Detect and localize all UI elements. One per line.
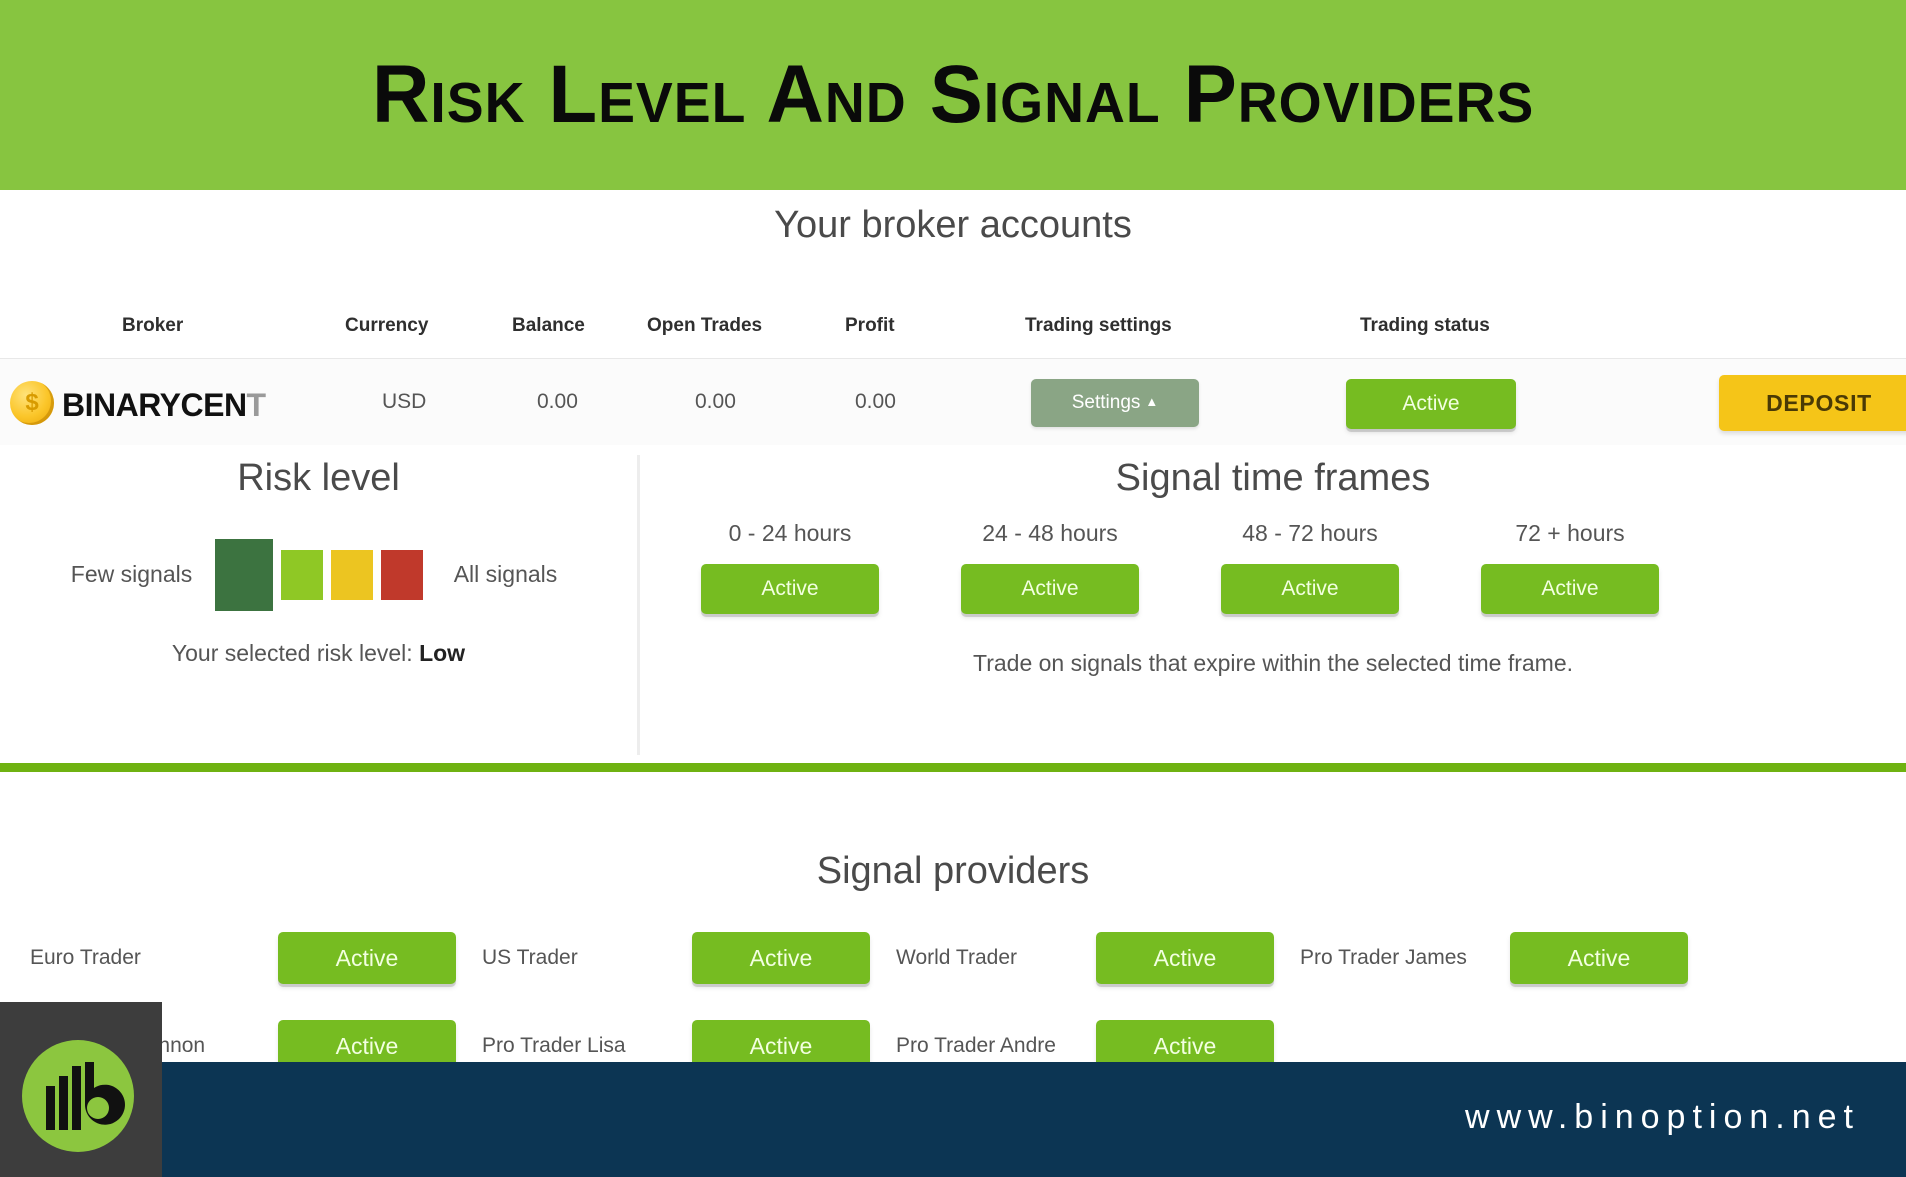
time-frame-item: 0 - 24 hours Active xyxy=(660,520,920,614)
column-header-profit: Profit xyxy=(845,315,895,336)
provider-toggle[interactable]: Active xyxy=(692,932,870,984)
time-frame-label: 72 + hours xyxy=(1515,520,1625,546)
provider-item: Euro Trader xyxy=(0,946,278,970)
brand-logo-badge xyxy=(0,1002,162,1177)
settings-button[interactable]: Settings ▲ xyxy=(1031,379,1199,427)
settings-button-label: Settings xyxy=(1071,392,1141,413)
provider-name: Pro Trader James xyxy=(1300,946,1467,969)
provider-row: Euro Trader Active US Trader Active Worl… xyxy=(0,914,1906,1002)
time-frame-item: 72 + hours Active xyxy=(1440,520,1700,614)
provider-toggle[interactable]: Active xyxy=(1510,932,1688,984)
provider-item: World Trader xyxy=(896,946,1096,970)
provider-item: Pro Trader Lisa xyxy=(482,1034,692,1058)
page-footer: www.binoption.net xyxy=(0,1062,1906,1177)
risk-selected-value: Low xyxy=(419,640,466,666)
provider-toggle-cell: Active xyxy=(692,932,896,984)
risk-swatch-high[interactable] xyxy=(330,550,373,600)
provider-name: Euro Trader xyxy=(30,946,141,969)
signal-providers-title: Signal providers xyxy=(816,850,1090,892)
cell-balance: 0.00 xyxy=(537,390,578,413)
provider-item: Pro Trader Andre xyxy=(896,1034,1096,1058)
signal-providers-section: Signal providers Euro Trader Active US T… xyxy=(0,772,1906,1072)
caret-up-icon: ▲ xyxy=(1145,394,1159,409)
trading-status-toggle[interactable]: Active xyxy=(1346,379,1516,429)
time-frame-label: 48 - 72 hours xyxy=(1242,520,1378,546)
binoption-logo-circle xyxy=(22,1040,134,1152)
risk-level-title: Risk level xyxy=(237,457,400,499)
broker-accounts-title: Your broker accounts xyxy=(774,204,1132,246)
time-frame-toggle[interactable]: Active xyxy=(701,564,879,614)
deposit-button[interactable]: DEPOSIT xyxy=(1719,375,1906,431)
provider-name: Pro Trader Lisa xyxy=(482,1034,626,1057)
cell-open-trades: 0.00 xyxy=(695,390,736,413)
cell-profit: 0.00 xyxy=(855,390,896,413)
broker-table-row: $ BINARYCENT USD 0.00 0.00 0.00 Settings… xyxy=(0,359,1906,445)
coin-icon: $ xyxy=(10,381,54,425)
time-frame-item: 24 - 48 hours Active xyxy=(920,520,1180,614)
signal-time-frames-pane: Signal time frames 0 - 24 hours Active 2… xyxy=(640,445,1906,765)
risk-left-label: Few signals xyxy=(70,561,193,588)
time-frame-toggle[interactable]: Active xyxy=(1221,564,1399,614)
broker-logo-binarycent: BINARYCENT xyxy=(62,387,266,424)
column-header-currency: Currency xyxy=(345,315,429,336)
trading-settings-panel: Risk level Few signals All signals Your … xyxy=(0,445,1906,765)
time-frame-toggle[interactable]: Active xyxy=(961,564,1139,614)
time-frame-label: 0 - 24 hours xyxy=(728,520,852,546)
provider-name: World Trader xyxy=(896,946,1017,969)
risk-selected-prefix: Your selected risk level: xyxy=(171,640,420,666)
risk-level-selector: Few signals All signals xyxy=(0,520,637,630)
risk-selected-text: Your selected risk level: Low xyxy=(0,640,637,667)
binoption-logo-icon xyxy=(46,1062,125,1130)
cell-currency: USD xyxy=(382,390,427,413)
provider-item: Pro Trader James xyxy=(1300,946,1510,970)
provider-toggle-cell: Active xyxy=(1510,932,1688,984)
page-header-banner: Risk Level And Signal Providers xyxy=(0,0,1906,190)
column-header-balance: Balance xyxy=(512,315,585,336)
risk-swatch-low[interactable] xyxy=(214,539,273,611)
app-screenshot: Your broker accounts Broker Currency Bal… xyxy=(0,190,1906,1072)
provider-name: Pro Trader Andre xyxy=(896,1034,1056,1057)
broker-accounts-heading: Your broker accounts xyxy=(0,204,1906,247)
column-header-open-trades: Open Trades xyxy=(647,315,763,336)
time-frame-item: 48 - 72 hours Active xyxy=(1180,520,1440,614)
coin-icon-symbol: $ xyxy=(25,389,39,416)
provider-item: US Trader xyxy=(482,946,692,970)
signal-time-frames-heading: Signal time frames xyxy=(640,457,1906,500)
signal-providers-heading: Signal providers xyxy=(0,850,1906,893)
provider-toggle-cell: Active xyxy=(278,932,482,984)
time-frame-label: 24 - 48 hours xyxy=(982,520,1118,546)
column-header-trading-status: Trading status xyxy=(1360,315,1490,336)
column-header-broker: Broker xyxy=(122,315,184,336)
broker-table-header: Broker Currency Balance Open Trades Prof… xyxy=(0,295,1906,357)
footer-website-url: www.binoption.net xyxy=(1465,1098,1860,1136)
provider-toggle[interactable]: Active xyxy=(278,932,456,984)
provider-name: US Trader xyxy=(482,946,578,969)
risk-swatch-very-high[interactable] xyxy=(380,550,423,600)
broker-logo-text-bold: BINARYCEN xyxy=(62,387,247,423)
column-header-trading-settings: Trading settings xyxy=(1025,315,1172,336)
risk-swatch-medium[interactable] xyxy=(280,550,323,600)
signal-time-frames-title: Signal time frames xyxy=(1115,457,1431,499)
risk-right-label: All signals xyxy=(453,561,558,588)
risk-level-heading: Risk level xyxy=(0,457,637,500)
signal-time-frames-grid: 0 - 24 hours Active 24 - 48 hours Active… xyxy=(640,520,1906,614)
provider-toggle[interactable]: Active xyxy=(1096,932,1274,984)
provider-toggle-cell: Active xyxy=(1096,932,1300,984)
signal-time-frames-note: Trade on signals that expire within the … xyxy=(973,650,1573,676)
broker-logo-text-light: T xyxy=(246,387,267,423)
section-divider-green xyxy=(0,763,1906,772)
risk-swatch-group xyxy=(214,539,423,611)
page-title: Risk Level And Signal Providers xyxy=(371,49,1535,140)
risk-level-pane: Risk level Few signals All signals Your … xyxy=(0,445,637,765)
time-frame-toggle[interactable]: Active xyxy=(1481,564,1659,614)
